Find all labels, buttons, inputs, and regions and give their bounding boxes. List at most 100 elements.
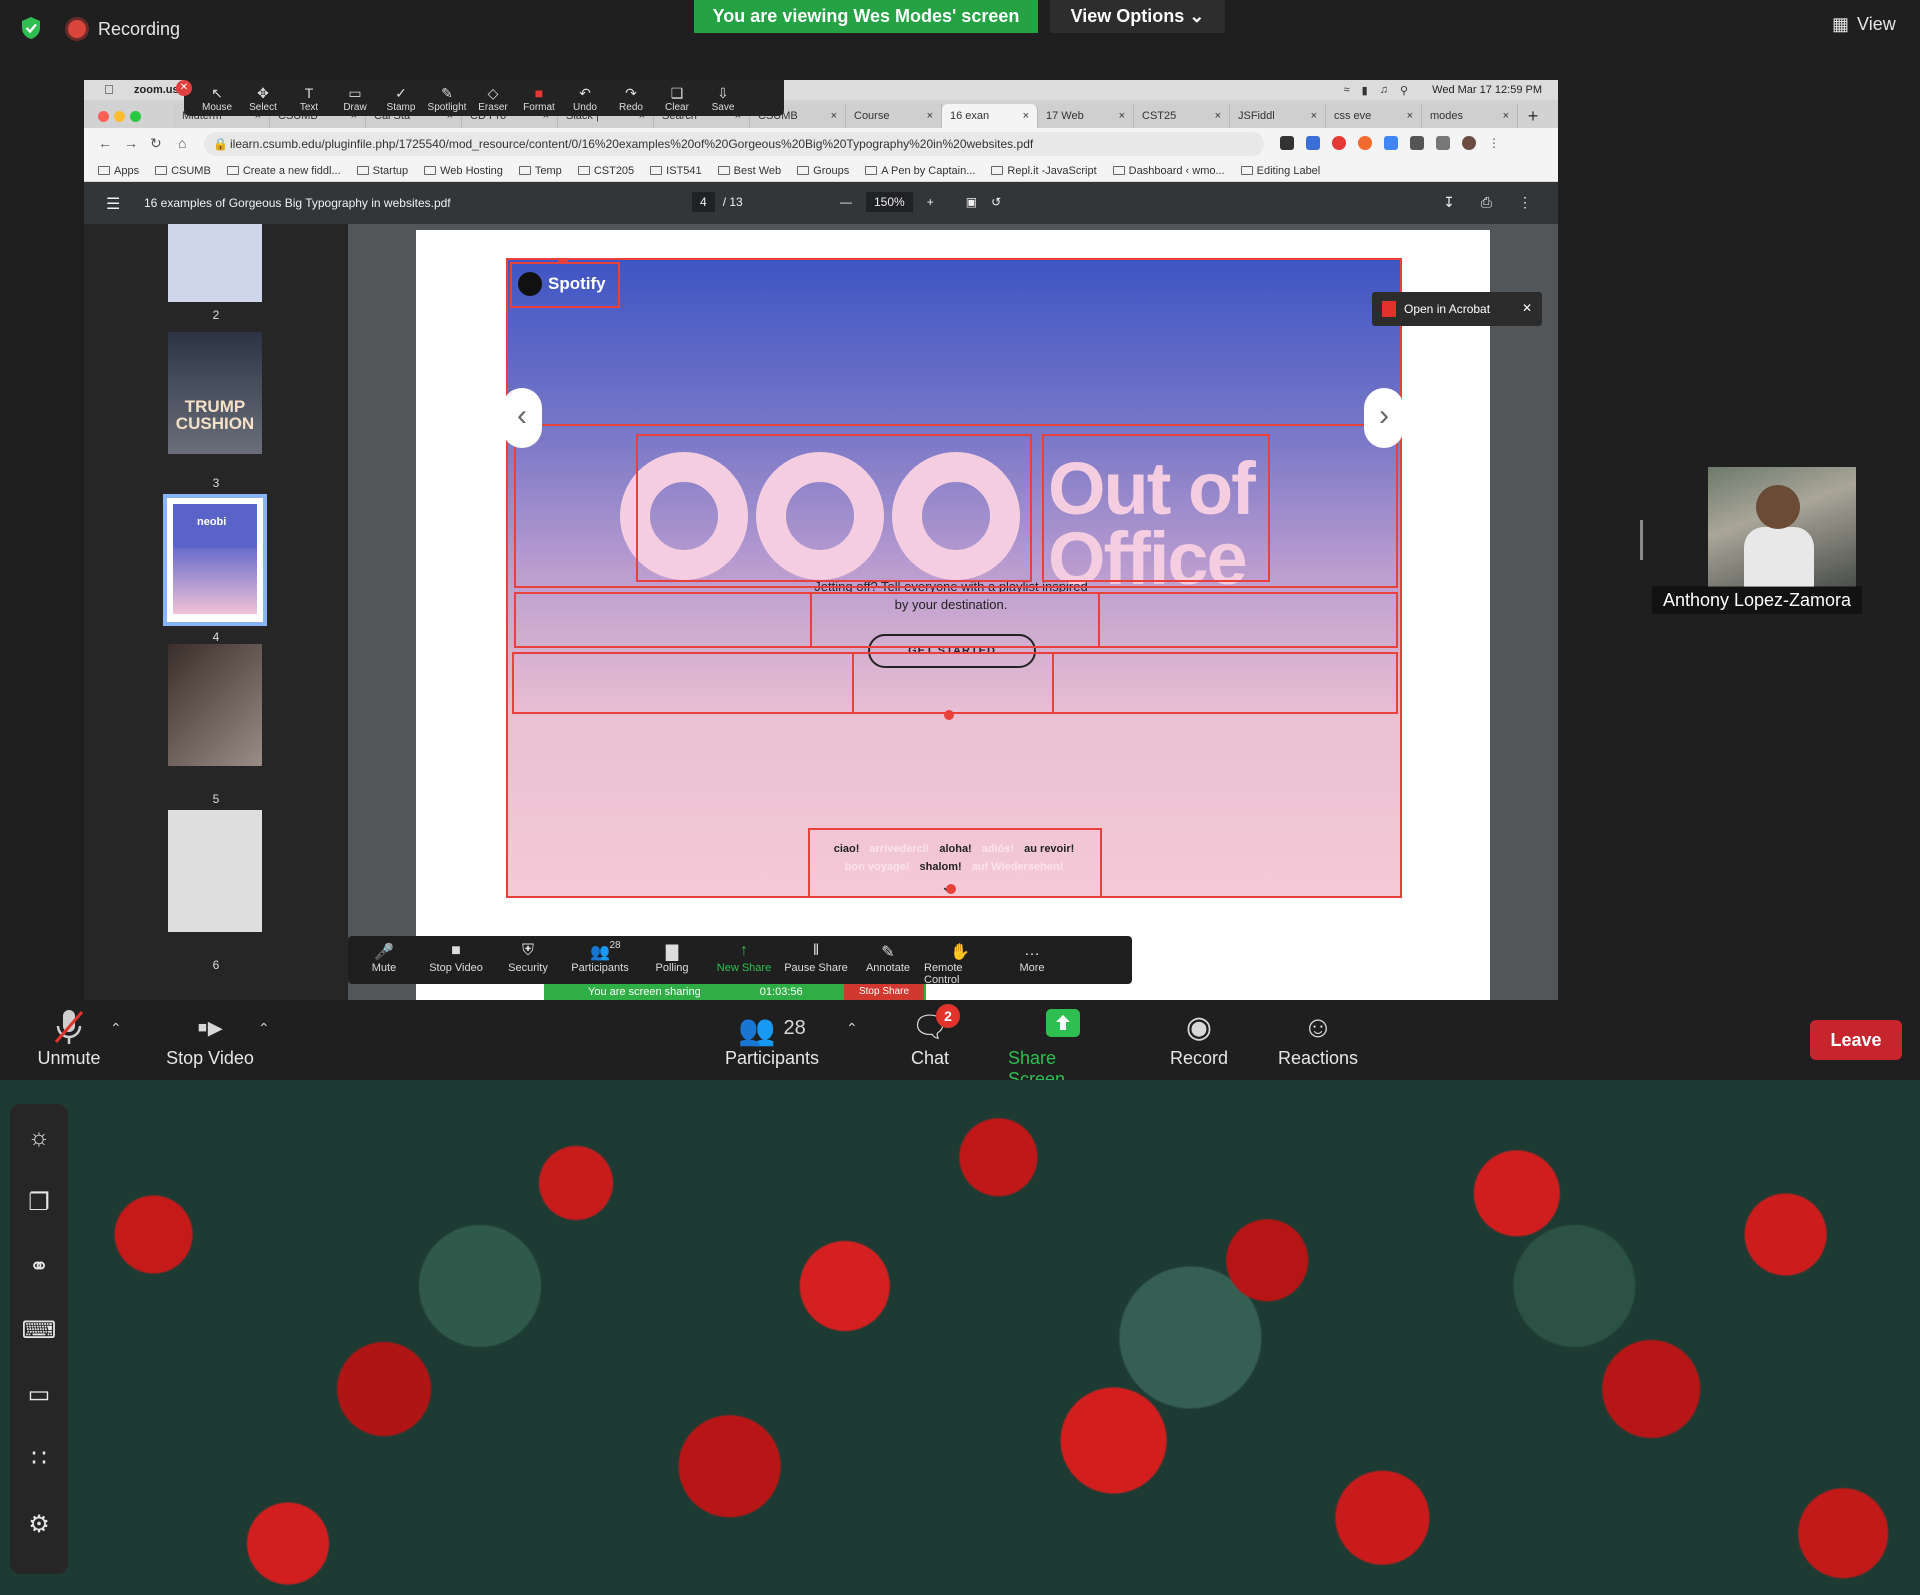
annotation-tool-undo[interactable]: ↶ Undo xyxy=(562,84,608,113)
share-bar-remote-control-button[interactable]: ✋ Remote Control xyxy=(924,942,996,986)
bookmark-item[interactable]: Startup xyxy=(356,165,408,177)
address-bar[interactable]: 🔒 ilearn.csumb.edu/pluginfile.php/172554… xyxy=(204,132,1264,156)
gear-icon[interactable]: ⚙ xyxy=(10,1510,68,1539)
share-bar-stop-video-button[interactable]: ■ Stop Video xyxy=(420,942,492,974)
close-tab-icon[interactable]: × xyxy=(1119,110,1125,122)
laptop-icon[interactable]: ▭ xyxy=(10,1380,68,1409)
maximize-window-icon[interactable] xyxy=(130,111,141,122)
bookmark-item[interactable]: Dashboard ‹ wmo... xyxy=(1112,165,1225,177)
link-icon[interactable]: ⚭ xyxy=(10,1252,68,1281)
extension-icon[interactable] xyxy=(1358,136,1372,150)
volume-icon[interactable]: ♫ xyxy=(1380,84,1388,97)
close-tab-icon[interactable]: × xyxy=(927,110,933,122)
shield-icon[interactable] xyxy=(20,16,42,40)
hamburger-menu-icon[interactable]: ☰ xyxy=(106,194,120,214)
stop-video-button[interactable]: ▪▸ Stop Video xyxy=(160,1008,260,1069)
browser-tab[interactable]: Course × xyxy=(846,104,942,128)
annotation-tool-redo[interactable]: ↷ Redo xyxy=(608,84,654,113)
next-arrow-icon[interactable]: › xyxy=(1364,388,1404,448)
bookmark-item[interactable]: Apps xyxy=(98,165,139,177)
extension-icon[interactable] xyxy=(1280,136,1294,150)
extension-icon[interactable] xyxy=(1306,136,1320,150)
annotation-tool-save[interactable]: ⇩ Save xyxy=(700,84,746,113)
share-screen-button[interactable]: Share Screen xyxy=(1008,1008,1118,1090)
video-options-caret-icon[interactable]: ⌃ xyxy=(258,1020,270,1037)
annotation-tool-eraser[interactable]: ◇ Eraser xyxy=(470,84,516,113)
recording-label[interactable]: Recording xyxy=(98,19,180,40)
browser-tab[interactable]: 16 exan × xyxy=(942,104,1038,128)
mac-app-name[interactable]: zoom.us xyxy=(134,84,179,96)
brightness-icon[interactable]: ☼ xyxy=(10,1124,68,1152)
reactions-button[interactable]: ☺ Reactions xyxy=(1276,1008,1360,1069)
share-bar-polling-button[interactable]: ▇ Polling xyxy=(636,942,708,974)
home-icon[interactable]: ⌂ xyxy=(178,135,186,151)
browser-tab[interactable]: modes × xyxy=(1422,104,1518,128)
bookmark-item[interactable]: Editing Label xyxy=(1240,165,1320,177)
share-bar-security-button[interactable]: ⛨ Security xyxy=(492,942,564,974)
close-icon[interactable]: ✕ xyxy=(1522,301,1532,315)
new-tab-icon[interactable]: + xyxy=(1518,104,1548,128)
previous-arrow-icon[interactable]: ‹ xyxy=(502,388,542,448)
view-button[interactable]: ▦ View xyxy=(1832,14,1896,35)
opera-icon[interactable] xyxy=(1332,136,1346,150)
participants-caret-icon[interactable]: ⌃ xyxy=(846,1020,858,1037)
extension-icon[interactable] xyxy=(1410,136,1424,150)
thumbnail-page-6[interactable] xyxy=(168,810,262,932)
participant-video[interactable] xyxy=(1708,467,1856,587)
close-tab-icon[interactable]: × xyxy=(1503,110,1509,122)
bookmark-item[interactable]: IST541 xyxy=(650,165,702,177)
close-tab-icon[interactable]: × xyxy=(1407,110,1413,122)
resize-handle[interactable] xyxy=(1640,520,1643,560)
unmute-button[interactable]: Unmute xyxy=(34,1008,104,1069)
download-icon[interactable]: ↧ xyxy=(1443,194,1455,211)
page-number-input[interactable]: 4 xyxy=(692,192,715,212)
bookmark-item[interactable]: Create a new fiddl... xyxy=(226,165,341,177)
more-options-icon[interactable]: ⋮ xyxy=(1518,194,1532,211)
annotation-tool-draw[interactable]: ▭ Draw xyxy=(332,84,378,113)
annotation-tool-stamp[interactable]: ✓ Stamp xyxy=(378,84,424,113)
close-annotation-icon[interactable]: ✕ xyxy=(176,80,192,96)
share-bar-new-share-button[interactable]: ↑ New Share xyxy=(708,942,780,974)
audio-options-caret-icon[interactable]: ⌃ xyxy=(110,1020,122,1037)
annotation-tool-format[interactable]: ■ Format xyxy=(516,84,562,113)
zoom-in-icon[interactable]: + xyxy=(927,195,934,209)
leave-button[interactable]: Leave xyxy=(1810,1020,1902,1060)
browser-tab[interactable]: css eve × xyxy=(1326,104,1422,128)
bookmark-item[interactable]: CST205 xyxy=(577,165,634,177)
annotation-tool-clear[interactable]: ❑ Clear xyxy=(654,84,700,113)
close-tab-icon[interactable]: × xyxy=(1023,110,1029,122)
close-tab-icon[interactable]: × xyxy=(1215,110,1221,122)
apps-grid-icon[interactable]: ∷ xyxy=(10,1444,68,1473)
close-tab-icon[interactable]: × xyxy=(831,110,837,122)
windows-icon[interactable]: ❐ xyxy=(10,1188,68,1217)
share-bar-annotate-button[interactable]: ✎ Annotate xyxy=(852,942,924,974)
zoom-out-icon[interactable]: — xyxy=(840,195,852,209)
bookmark-item[interactable]: Best Web xyxy=(717,165,781,177)
bookmark-item[interactable]: Repl.it -JavaScript xyxy=(991,165,1097,177)
thumbnail-page-4-selected[interactable]: neobi xyxy=(163,494,267,626)
profile-avatar-icon[interactable] xyxy=(1462,136,1476,150)
bookmark-item[interactable]: Groups xyxy=(797,165,849,177)
browser-tab[interactable]: JSFiddl × xyxy=(1230,104,1326,128)
annotation-tool-text[interactable]: T Text xyxy=(286,84,332,113)
zoom-level[interactable]: 150% xyxy=(866,192,913,212)
reload-icon[interactable]: ↻ xyxy=(150,135,162,152)
annotation-tool-mouse[interactable]: ↖ Mouse xyxy=(194,84,240,113)
bookmark-item[interactable]: Temp xyxy=(518,165,562,177)
back-icon[interactable]: ← xyxy=(98,135,112,151)
open-in-acrobat-button[interactable]: Open in Acrobat ✕ xyxy=(1372,292,1542,326)
bookmark-item[interactable]: A Pen by Captain... xyxy=(865,165,975,177)
thumbnail-page-2[interactable] xyxy=(168,224,262,302)
battery-icon[interactable]: ▮ xyxy=(1362,84,1368,97)
view-options-button[interactable]: View Options ⌄ xyxy=(1050,0,1225,33)
browser-tab[interactable]: CST25 × xyxy=(1134,104,1230,128)
bookmark-item[interactable]: Web Hosting xyxy=(424,165,503,177)
close-window-icon[interactable] xyxy=(98,111,109,122)
puzzle-icon[interactable] xyxy=(1436,136,1450,150)
share-bar-pause-share-button[interactable]: ‖ Pause Share xyxy=(780,942,852,974)
stop-share-button[interactable]: Stop Share xyxy=(844,984,924,1000)
share-bar-mute-button[interactable]: 🎤 Mute xyxy=(348,942,420,974)
thumbnail-page-3[interactable]: TRUMP CUSHION xyxy=(168,332,262,454)
print-icon[interactable]: ⎙ xyxy=(1481,194,1492,211)
extension-icon[interactable] xyxy=(1384,136,1398,150)
